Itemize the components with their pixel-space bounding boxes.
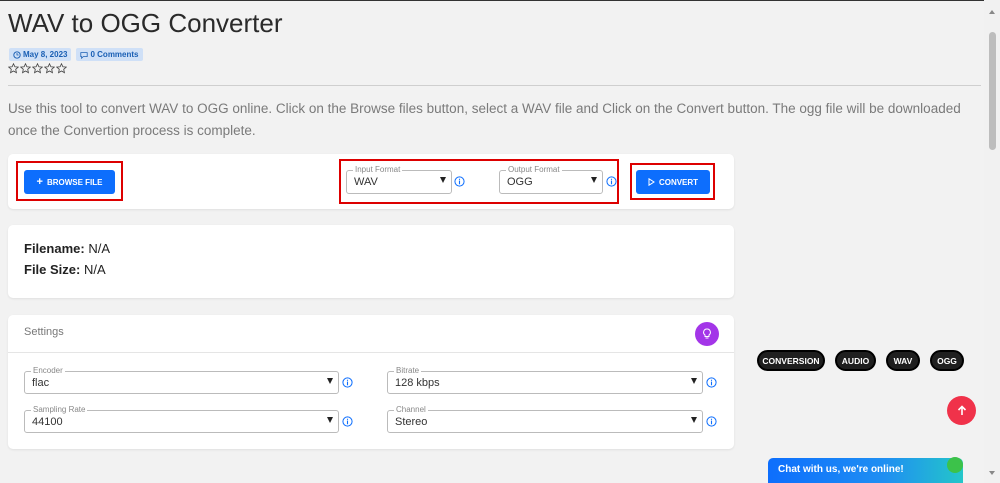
chevron-down-icon [691, 378, 697, 384]
tag-ogg[interactable]: OGG [930, 350, 964, 371]
sampling-rate-label: Sampling Rate [31, 405, 88, 415]
sampling-rate-select[interactable]: Sampling Rate 44100 [24, 405, 339, 433]
chevron-down-icon [327, 417, 333, 423]
post-meta: May 8, 2023 0 Comments [9, 48, 143, 61]
chevron-down-icon [591, 177, 597, 183]
filesize-row: File Size: N/A [24, 262, 106, 277]
encoder-value: flac [32, 377, 50, 389]
filename-row: Filename: N/A [24, 241, 110, 256]
star-icon[interactable] [8, 63, 19, 74]
star-icon[interactable] [44, 63, 55, 74]
chat-widget[interactable]: Chat with us, we're online! [768, 458, 963, 483]
convert-button[interactable]: CONVERT [636, 170, 710, 194]
settings-title: Settings [24, 326, 64, 338]
settings-divider [8, 352, 734, 353]
online-status-dot [947, 457, 963, 473]
star-icon[interactable] [32, 63, 43, 74]
clock-icon [13, 50, 21, 59]
tag-audio[interactable]: AUDIO [835, 350, 876, 371]
page-scrollbar[interactable] [984, 0, 1000, 483]
scroll-to-top-button[interactable] [947, 396, 976, 425]
bitrate-value: 128 kbps [395, 377, 440, 389]
tag-wav[interactable]: WAV [886, 350, 920, 371]
chevron-down-icon [691, 417, 697, 423]
input-format-label: Input Format [353, 165, 403, 175]
window-top-border [0, 0, 1000, 1]
tag-conversion[interactable]: CONVERSION [757, 350, 825, 371]
date-badge[interactable]: May 8, 2023 [9, 48, 72, 61]
browse-file-button[interactable]: + BROWSE FILE [24, 170, 115, 194]
output-format-value: OGG [507, 176, 533, 188]
info-icon[interactable] [342, 416, 353, 427]
title-divider [8, 85, 981, 86]
input-format-select[interactable]: Input Format WAV [346, 165, 452, 194]
scroll-up-arrow-icon[interactable] [989, 10, 995, 14]
chevron-down-icon [440, 177, 446, 183]
scrollbar-thumb[interactable] [989, 32, 996, 150]
scroll-down-arrow-icon[interactable] [989, 471, 995, 475]
star-icon[interactable] [56, 63, 67, 74]
info-icon[interactable] [706, 377, 717, 388]
browse-file-label: BROWSE FILE [46, 177, 103, 187]
channel-select[interactable]: Channel Stereo [387, 405, 703, 433]
encoder-label: Encoder [31, 366, 65, 376]
output-format-select[interactable]: Output Format OGG [499, 165, 603, 194]
lightbulb-button[interactable] [695, 322, 719, 346]
filesize-label: File Size: [24, 262, 81, 277]
arrow-up-icon [957, 405, 966, 415]
star-icon[interactable] [20, 63, 31, 74]
play-icon [648, 178, 655, 186]
info-icon[interactable] [706, 416, 717, 427]
file-info-card [8, 225, 734, 298]
output-format-label: Output Format [506, 165, 562, 175]
filename-label: Filename: [24, 241, 85, 256]
date-text: May 8, 2023 [23, 50, 68, 59]
plus-icon: + [36, 176, 43, 188]
convert-label: CONVERT [658, 177, 699, 187]
chevron-down-icon [327, 378, 333, 384]
info-icon[interactable] [342, 377, 353, 388]
filesize-value: N/A [83, 262, 106, 277]
rating-stars[interactable] [8, 63, 67, 74]
comments-badge[interactable]: 0 Comments [76, 48, 143, 61]
sampling-rate-value: 44100 [32, 416, 63, 428]
comment-icon [80, 51, 89, 59]
input-format-value: WAV [354, 176, 378, 188]
info-icon[interactable] [454, 176, 465, 187]
channel-label: Channel [394, 405, 428, 415]
intro-text: Use this tool to convert WAV to OGG onli… [8, 101, 961, 138]
encoder-select[interactable]: Encoder flac [24, 366, 339, 394]
filename-value: N/A [88, 241, 110, 256]
chat-label: Chat with us, we're online! [778, 464, 904, 475]
info-icon[interactable] [606, 176, 617, 187]
bitrate-select[interactable]: Bitrate 128 kbps [387, 366, 703, 394]
channel-value: Stereo [395, 416, 428, 428]
page-title: WAV to OGG Converter [8, 8, 283, 38]
bitrate-label: Bitrate [394, 366, 422, 376]
lightbulb-icon [703, 328, 711, 339]
comments-text: 0 Comments [90, 50, 139, 59]
